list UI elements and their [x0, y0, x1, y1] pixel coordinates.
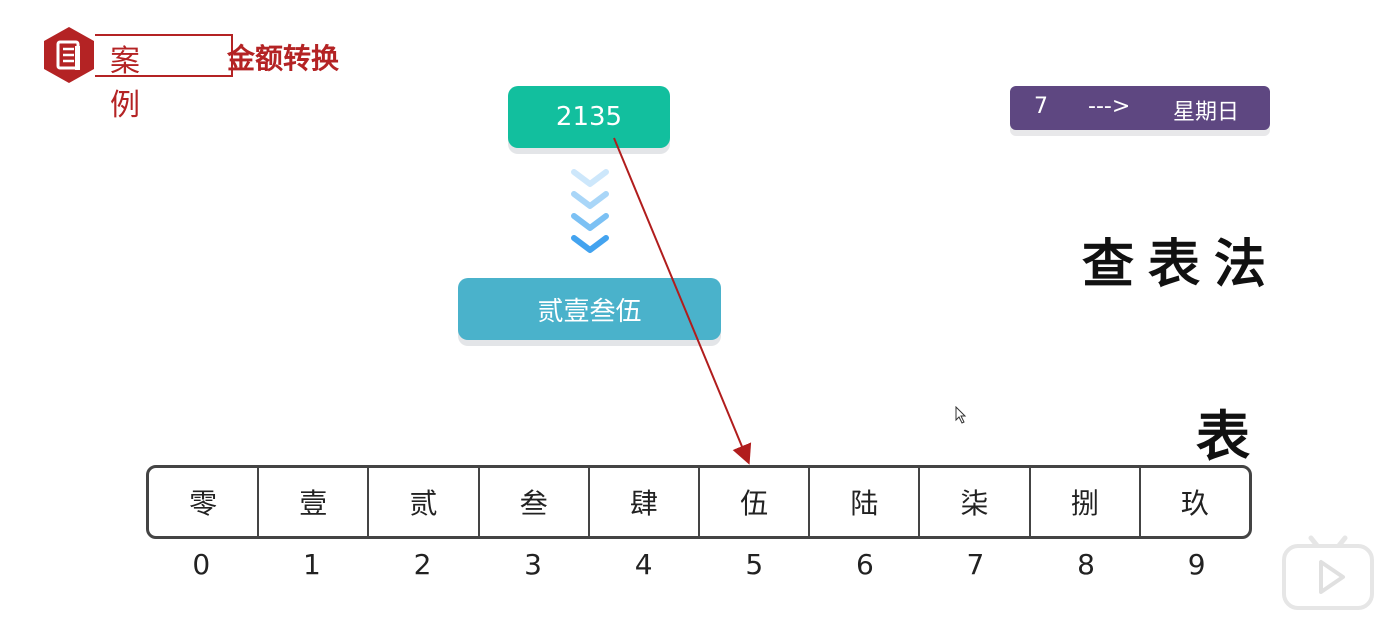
table-cell: 贰: [369, 468, 480, 536]
table-cell: 肆: [590, 468, 701, 536]
table-index: 4: [634, 548, 653, 581]
document-icon: [44, 27, 94, 83]
table-index: 8: [1077, 548, 1095, 581]
table-index: 3: [524, 548, 542, 581]
table-cell: 捌: [1031, 468, 1141, 536]
table-label: 表: [1196, 405, 1250, 468]
table-index: 9: [1187, 548, 1206, 581]
output-text: 贰壹叁伍: [537, 296, 642, 327]
table-index: 1: [302, 548, 321, 581]
play-icon[interactable]: [1281, 526, 1375, 612]
table-cell: 柒: [920, 468, 1031, 536]
page-title: 金额转换: [227, 42, 340, 75]
table-cell: 伍: [700, 468, 811, 536]
table-indices: 0 1 2 3 4 5 6 7 8 9: [146, 548, 1252, 581]
table-index: 0: [192, 548, 211, 581]
output-text-box: 贰壹叁伍: [458, 278, 721, 340]
table-index: 7: [966, 548, 985, 581]
example-arrow: --->: [1088, 94, 1131, 119]
input-number-box: 2135: [508, 86, 670, 148]
table-cell: 陆: [810, 468, 921, 536]
input-number: 2135: [555, 102, 623, 132]
lookup-table: 零 壹 贰 叁 肆 伍 陆 柒 捌 玖: [146, 465, 1252, 539]
table-index: 5: [745, 548, 764, 581]
cursor-icon: [955, 406, 967, 424]
table-cell: 壹: [259, 468, 370, 536]
method-label: 查表法: [1082, 235, 1281, 295]
table-cell: 零: [149, 468, 260, 536]
table-index: 2: [413, 548, 432, 581]
table-cell: 玖: [1180, 487, 1209, 520]
example-number: 7: [1034, 94, 1048, 119]
example-badge: 7 ---> 星期日: [1010, 86, 1270, 130]
case-label: 案例: [110, 44, 141, 123]
table-index: 6: [855, 548, 874, 581]
example-day: 星期日: [1173, 100, 1240, 125]
chevron-down-icon: [571, 169, 609, 253]
table-cell: 叁: [480, 468, 590, 536]
